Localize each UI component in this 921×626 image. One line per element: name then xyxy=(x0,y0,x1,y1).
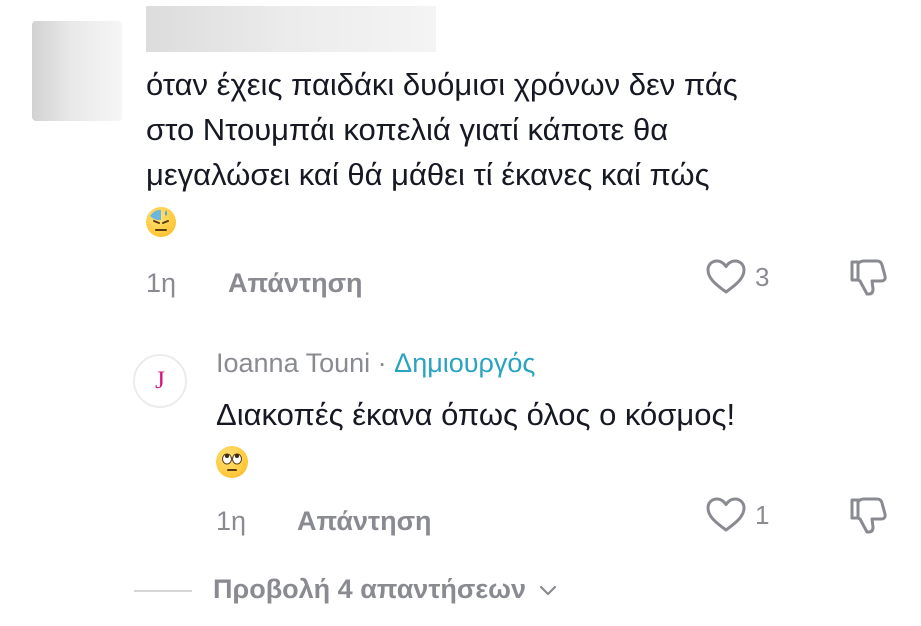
reply-timestamp: 1η xyxy=(216,506,247,536)
reply-like-button[interactable] xyxy=(705,496,747,539)
creator-badge: Δημιουργός xyxy=(394,348,536,378)
comment-timestamp: 1η xyxy=(146,268,177,298)
comment-emoji-line xyxy=(146,197,906,242)
reply-like-count: 1 xyxy=(755,500,770,530)
dislike-button[interactable] xyxy=(846,256,890,305)
replies-divider xyxy=(134,590,192,592)
heart-icon xyxy=(706,497,746,532)
avatar-letter: J xyxy=(155,367,165,394)
heart-icon xyxy=(706,259,746,294)
commenter-name-redacted[interactable] xyxy=(146,6,436,52)
chevron-down-icon xyxy=(539,585,556,595)
reply-emoji-line xyxy=(216,437,735,482)
comment-line: όταν έχεις παιδάκι δυόμισι χρόνων δεν πά… xyxy=(146,67,738,102)
commenter-avatar-redacted[interactable] xyxy=(32,21,122,121)
downcast-sweat-face-icon xyxy=(146,206,176,237)
comment-line: μεγαλώσει καί θά μάθει τί έκανες καί πώς xyxy=(146,157,710,192)
reply-author-name[interactable]: Ioanna Touni xyxy=(216,348,370,378)
reply-reply-button[interactable]: Απάντηση xyxy=(297,506,432,537)
view-replies-label: Προβολή 4 απαντήσεων xyxy=(213,574,526,604)
view-replies-button[interactable]: Προβολή 4 απαντήσεων xyxy=(213,574,558,605)
reply-text: Διακοπές έκανα όπως όλος ο κόσμος! xyxy=(216,392,735,482)
reply-author-line: Ioanna Touni · Δημιουργός xyxy=(216,348,535,379)
comment-text: όταν έχεις παιδάκι δυόμισι χρόνων δεν πά… xyxy=(146,62,906,242)
like-button[interactable] xyxy=(705,258,747,301)
eye-roll-face-icon xyxy=(216,445,248,478)
reply-dislike-button[interactable] xyxy=(846,494,890,543)
like-count: 3 xyxy=(755,262,770,292)
thumb-down-icon xyxy=(850,497,887,534)
creator-avatar[interactable]: J xyxy=(133,354,187,408)
reply-line: Διακοπές έκανα όπως όλος ο κόσμος! xyxy=(216,397,736,432)
reply-button[interactable]: Απάντηση xyxy=(228,268,363,299)
comment-line: στο Ντουμπάι κοπελιά γιατί κάποτε θα xyxy=(146,112,669,147)
name-separator: · xyxy=(370,348,395,378)
thumb-down-icon xyxy=(850,259,887,296)
